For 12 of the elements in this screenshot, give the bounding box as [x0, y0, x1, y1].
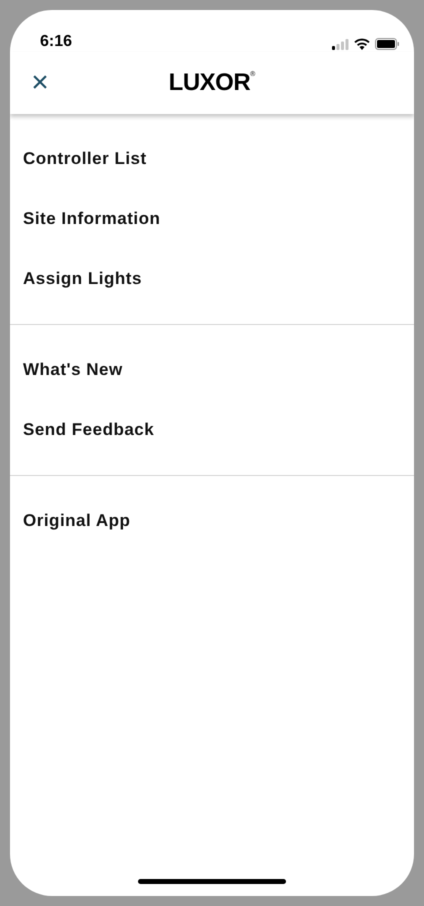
close-button[interactable]: × [28, 68, 52, 98]
status-time: 6:16 [40, 34, 72, 50]
menu-item[interactable]: Site Information [10, 189, 414, 249]
battery-icon [375, 38, 400, 50]
menu-item[interactable]: Original App [10, 491, 414, 551]
signal-icon [332, 38, 349, 50]
menu-item[interactable]: Controller List [10, 129, 414, 189]
logo: LUXOR [168, 71, 250, 95]
menu-item[interactable]: Assign Lights [10, 249, 414, 309]
menu-item[interactable]: Send Feedback [10, 400, 414, 460]
wifi-icon [354, 38, 370, 50]
menu-item[interactable]: What's New [10, 340, 414, 400]
